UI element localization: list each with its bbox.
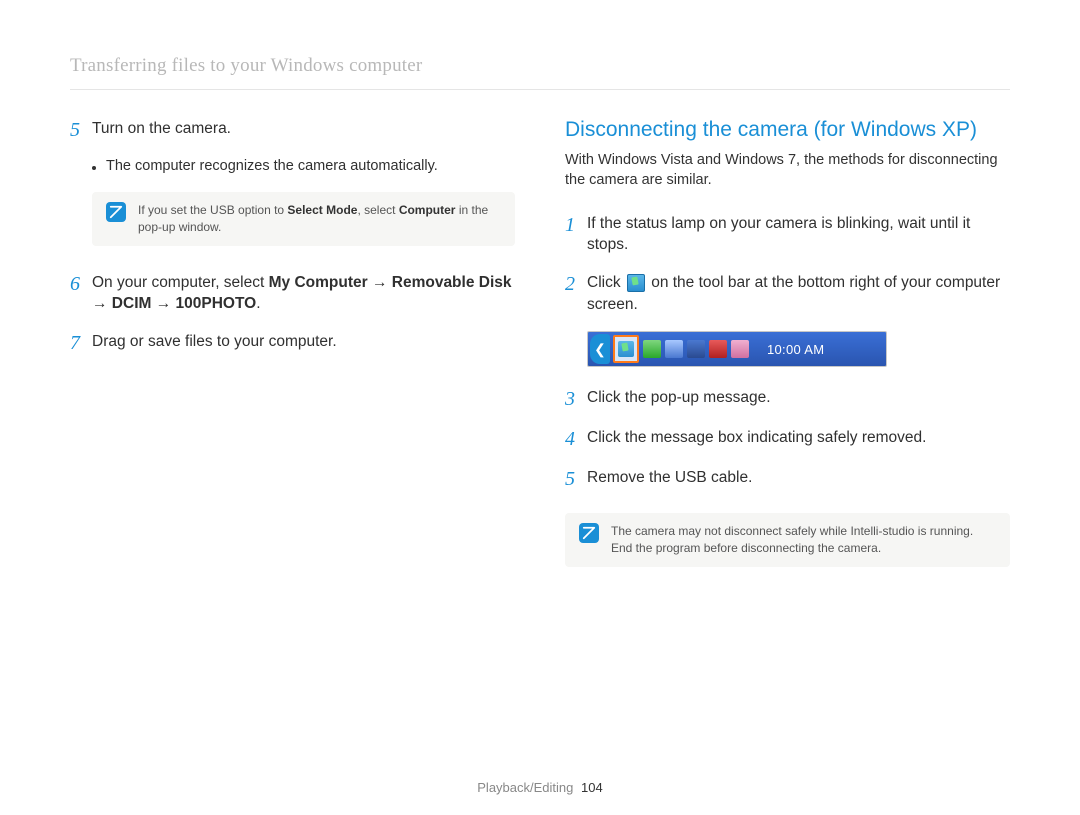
tray-expand-arrow-icon: ❮ (590, 334, 610, 364)
step-r1: 1 If the status lamp on your camera is b… (565, 213, 1010, 256)
tray-monitor-icon (665, 340, 683, 358)
step-text: Click the pop-up message. (587, 387, 771, 409)
step-number: 2 (565, 272, 587, 296)
note-icon (579, 523, 599, 543)
step-5-bullet: The computer recognizes the camera autom… (92, 158, 515, 174)
tray-misc-icon (731, 340, 749, 358)
section-intro: With Windows Vista and Windows 7, the me… (565, 150, 1010, 191)
step-text: Remove the USB cable. (587, 467, 752, 489)
page-header-title: Transferring files to your Windows compu… (70, 55, 1010, 90)
content-columns: 5 Turn on the camera. The computer recog… (70, 118, 1010, 593)
bullet-dot (92, 166, 96, 170)
note-box-intelli-studio: The camera may not disconnect safely whi… (565, 513, 1010, 567)
step-text: Click the message box indicating safely … (587, 427, 926, 449)
step-r4: 4 Click the message box indicating safel… (565, 427, 1010, 451)
page-footer: Playback/Editing 104 (0, 780, 1080, 795)
footer-page-number: 104 (581, 780, 603, 795)
step-number: 7 (70, 331, 92, 355)
step-r2: 2 Click on the tool bar at the bottom ri… (565, 272, 1010, 315)
note-text: If you set the USB option to Select Mode… (138, 202, 501, 236)
step-text: Click on the tool bar at the bottom righ… (587, 272, 1010, 315)
tray-icons (643, 340, 749, 358)
note-box-usb-mode: If you set the USB option to Select Mode… (92, 192, 515, 246)
step-6: 6 On your computer, select My Computer →… (70, 272, 515, 315)
step-r5: 5 Remove the USB cable. (565, 467, 1010, 491)
taskbar-tray-figure: ❮ 10:00 AM (587, 331, 887, 367)
step-7: 7 Drag or save files to your computer. (70, 331, 515, 355)
bullet-text: The computer recognizes the camera autom… (106, 158, 438, 174)
step-number: 5 (70, 118, 92, 142)
safely-remove-icon (627, 274, 645, 292)
step-text: Turn on the camera. (92, 118, 231, 140)
step-text: If the status lamp on your camera is bli… (587, 213, 1010, 256)
safely-remove-icon (618, 341, 634, 357)
note-icon (106, 202, 126, 222)
step-number: 3 (565, 387, 587, 411)
right-column: Disconnecting the camera (for Windows XP… (565, 118, 1010, 593)
tray-clock: 10:00 AM (767, 342, 824, 357)
step-number: 6 (70, 272, 92, 296)
tray-safely-remove-highlight (613, 335, 639, 363)
step-number: 1 (565, 213, 587, 237)
step-text: Drag or save files to your computer. (92, 331, 337, 353)
step-number: 4 (565, 427, 587, 451)
section-heading-disconnect: Disconnecting the camera (for Windows XP… (565, 118, 1010, 142)
tray-network-icon (687, 340, 705, 358)
left-column: 5 Turn on the camera. The computer recog… (70, 118, 515, 593)
step-5: 5 Turn on the camera. (70, 118, 515, 142)
manual-page: Transferring files to your Windows compu… (0, 0, 1080, 623)
step-number: 5 (565, 467, 587, 491)
note-text: The camera may not disconnect safely whi… (611, 523, 996, 557)
tray-shield-icon (643, 340, 661, 358)
step-r3: 3 Click the pop-up message. (565, 387, 1010, 411)
footer-section: Playback/Editing (477, 780, 573, 795)
step-text: On your computer, select My Computer → R… (92, 272, 515, 315)
tray-volume-icon (709, 340, 727, 358)
